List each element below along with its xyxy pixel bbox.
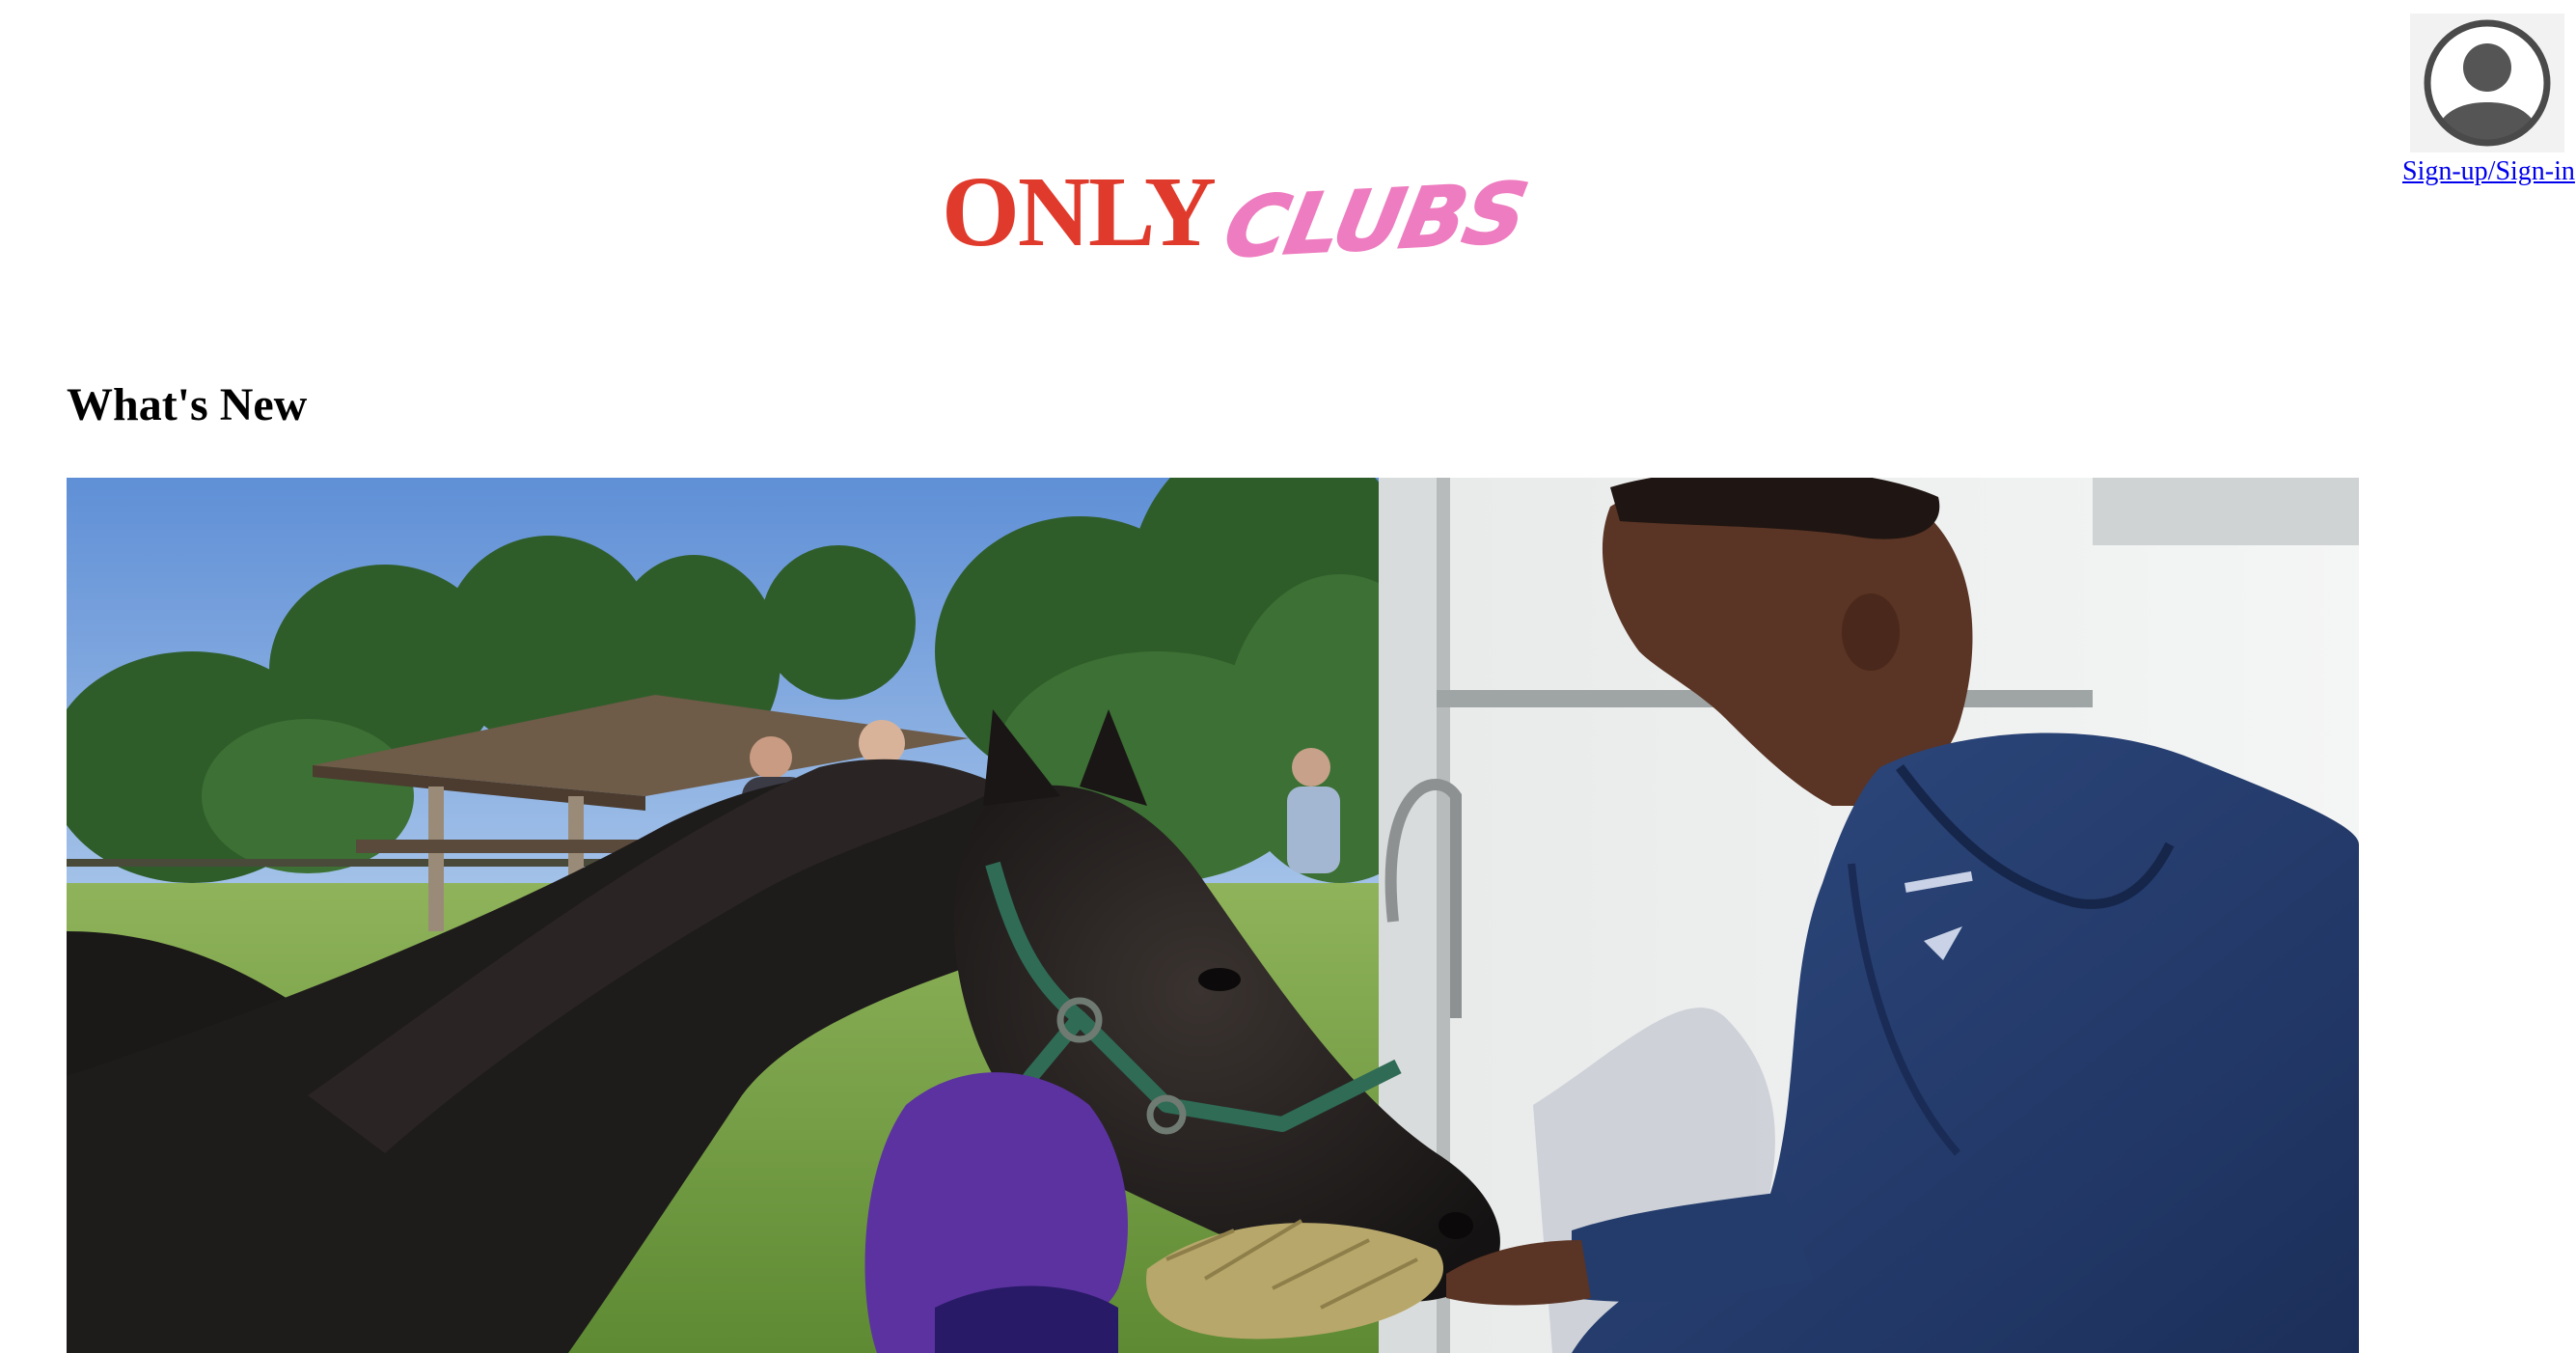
signin-link[interactable]: Sign-up/Sign-in <box>2402 158 2576 185</box>
logo-only-text: ONLY <box>942 156 1217 267</box>
site-logo[interactable]: ONLY CLUBS <box>942 156 1535 278</box>
featured-news-photo[interactable] <box>67 478 2359 1353</box>
section-title: What's New <box>67 379 308 430</box>
logo-clubs-text: CLUBS <box>1216 164 1535 278</box>
page: ONLY CLUBS Sign-up/Sign-in What's New <box>0 0 2576 1353</box>
user-avatar-icon[interactable] <box>2410 14 2564 152</box>
